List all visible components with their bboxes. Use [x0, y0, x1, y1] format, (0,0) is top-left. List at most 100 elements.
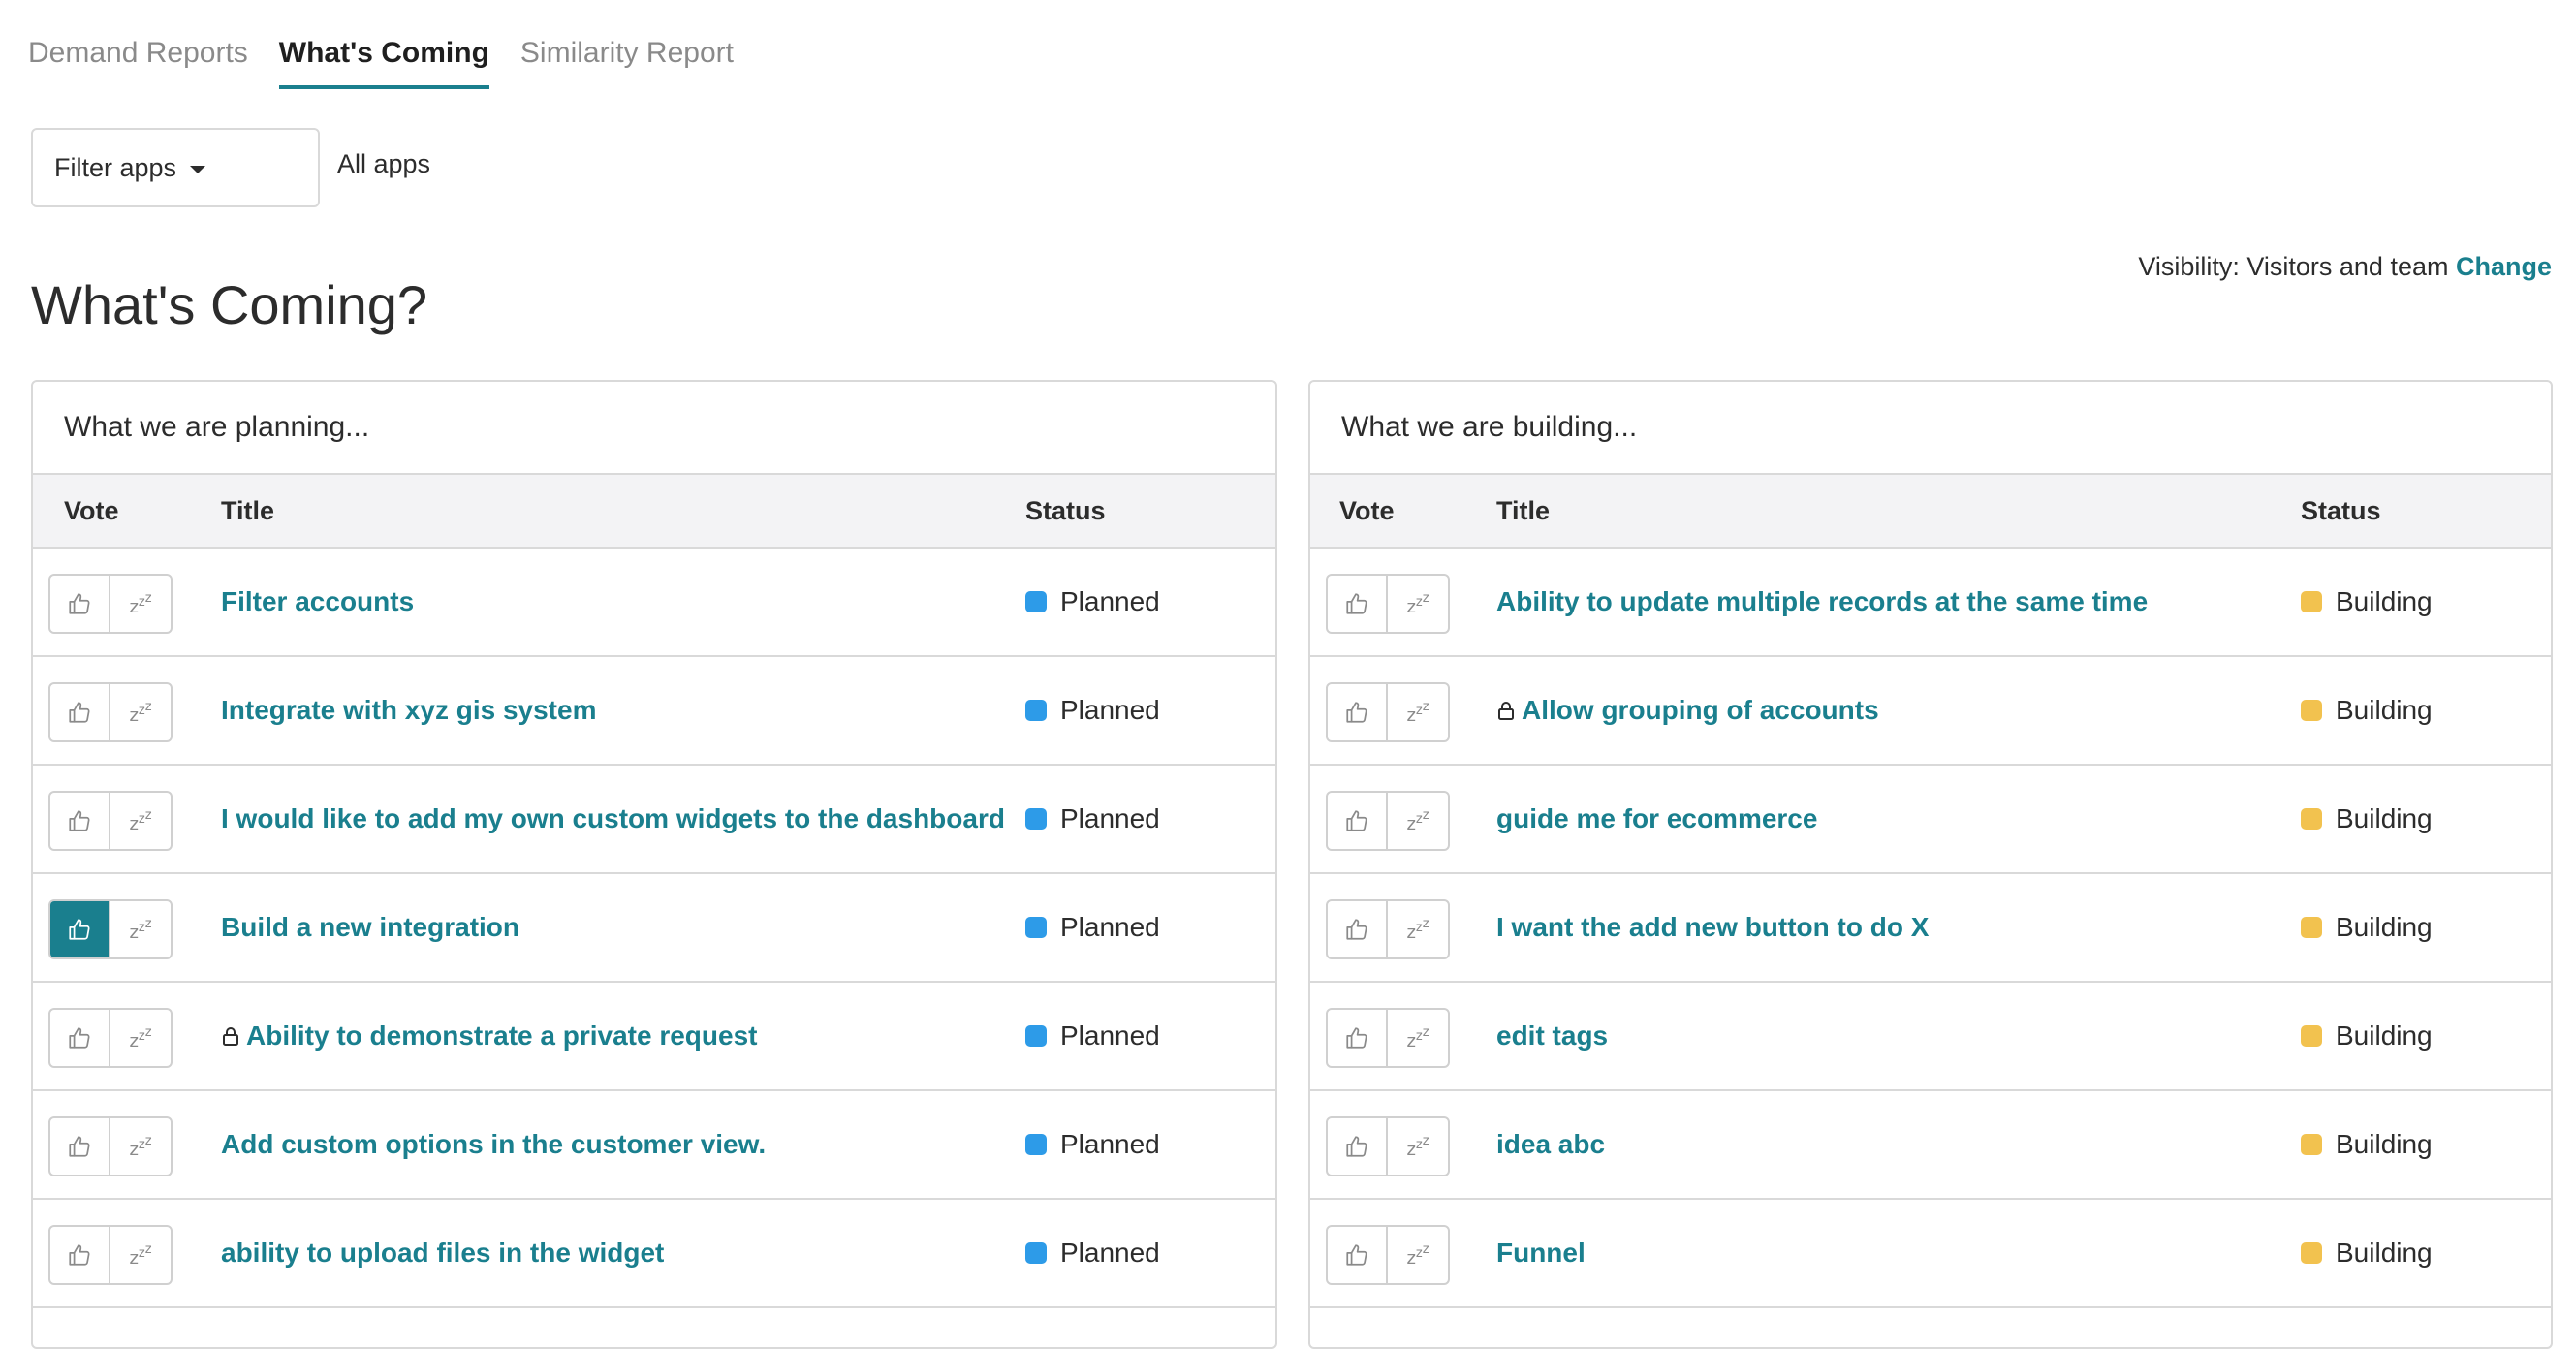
- request-title: Integrate with xyz gis system: [221, 695, 597, 725]
- status-badge: Planned: [1025, 549, 1160, 655]
- upvote-button[interactable]: [50, 684, 110, 740]
- request-title-link[interactable]: Ability to demonstrate a private request: [221, 983, 757, 1089]
- snooze-icon: zzz: [1406, 1024, 1429, 1051]
- status-dot: [1025, 1025, 1047, 1047]
- status-label: Building: [2336, 695, 2433, 725]
- thumbs-up-icon: [1344, 1025, 1369, 1051]
- table-row: zzz I would like to add my own custom wid…: [33, 766, 1275, 874]
- change-visibility-link[interactable]: Change: [2456, 252, 2552, 281]
- snooze-button[interactable]: zzz: [1388, 901, 1448, 957]
- upvote-button[interactable]: [50, 793, 110, 849]
- request-title: Funnel: [1496, 1238, 1586, 1268]
- snooze-icon: zzz: [129, 699, 152, 726]
- request-title-link[interactable]: Filter accounts: [221, 549, 414, 655]
- request-title-link[interactable]: Add custom options in the customer view.: [221, 1091, 766, 1198]
- request-title-link[interactable]: Allow grouping of accounts: [1496, 657, 1879, 764]
- request-title-link[interactable]: Build a new integration: [221, 874, 519, 981]
- table-row: zzz Build a new integration Planned: [33, 874, 1275, 983]
- upvote-button[interactable]: [50, 1010, 110, 1066]
- snooze-button[interactable]: zzz: [1388, 684, 1448, 740]
- visibility-setting: Visibility: Visitors and team Change: [2138, 252, 2552, 282]
- snooze-button[interactable]: zzz: [110, 1010, 171, 1066]
- status-label: Building: [2336, 803, 2433, 833]
- status-badge: Building: [2301, 549, 2433, 655]
- snooze-icon: zzz: [1406, 1133, 1429, 1160]
- thumbs-up-icon: [1344, 700, 1369, 725]
- snooze-button[interactable]: zzz: [110, 901, 171, 957]
- filter-apps-dropdown[interactable]: Filter apps: [31, 128, 320, 207]
- snooze-icon: zzz: [129, 916, 152, 943]
- upvote-button[interactable]: [1328, 1118, 1388, 1175]
- upvote-button[interactable]: [1328, 901, 1388, 957]
- snooze-button[interactable]: zzz: [1388, 576, 1448, 632]
- upvote-button[interactable]: [50, 901, 110, 957]
- request-title: Build a new integration: [221, 912, 520, 942]
- snooze-button[interactable]: zzz: [110, 1118, 171, 1175]
- upvote-button[interactable]: [50, 1227, 110, 1283]
- status-dot: [1025, 591, 1047, 612]
- status-label: Planned: [1060, 912, 1160, 942]
- request-title: I would like to add my own custom widget…: [221, 803, 1005, 833]
- upvote-button[interactable]: [1328, 684, 1388, 740]
- request-title-link[interactable]: I would like to add my own custom widget…: [221, 766, 1005, 872]
- request-title: Ability to demonstrate a private request: [246, 1020, 758, 1051]
- snooze-button[interactable]: zzz: [1388, 1227, 1448, 1283]
- upvote-button[interactable]: [1328, 1010, 1388, 1066]
- request-title-link[interactable]: idea abc: [1496, 1091, 1605, 1198]
- status-label: Planned: [1060, 1129, 1160, 1159]
- status-badge: Planned: [1025, 983, 1160, 1089]
- snooze-icon: zzz: [1406, 699, 1429, 726]
- request-title-link[interactable]: Funnel: [1496, 1200, 1586, 1306]
- panel-header: What we are planning...: [33, 382, 1275, 475]
- snooze-button[interactable]: zzz: [1388, 793, 1448, 849]
- upvote-button[interactable]: [50, 1118, 110, 1175]
- column-header-status: Status: [2301, 495, 2381, 525]
- snooze-icon: zzz: [1406, 590, 1429, 617]
- upvote-button[interactable]: [1328, 793, 1388, 849]
- upvote-button[interactable]: [1328, 1227, 1388, 1283]
- status-badge: Building: [2301, 657, 2433, 764]
- snooze-icon: zzz: [1406, 807, 1429, 834]
- status-badge: Planned: [1025, 766, 1160, 872]
- upvote-button[interactable]: [50, 576, 110, 632]
- status-label: Building: [2336, 1238, 2433, 1268]
- tab-demand-reports[interactable]: Demand Reports: [28, 37, 248, 89]
- request-title-link[interactable]: ability to upload files in the widget: [221, 1200, 664, 1306]
- filter-apps-label: Filter apps: [54, 152, 177, 182]
- selected-apps-label: All apps: [337, 149, 431, 178]
- request-title-link[interactable]: I want the add new button to do X: [1496, 874, 1929, 981]
- request-title-link[interactable]: guide me for ecommerce: [1496, 766, 1817, 872]
- status-label: Building: [2336, 912, 2433, 942]
- snooze-button[interactable]: zzz: [110, 576, 171, 632]
- status-dot: [2301, 1025, 2322, 1047]
- request-title-link[interactable]: Integrate with xyz gis system: [221, 657, 596, 764]
- snooze-button[interactable]: zzz: [110, 793, 171, 849]
- status-dot: [2301, 591, 2322, 612]
- table-header: Vote Title Status: [33, 475, 1275, 549]
- vote-buttons: zzz: [1326, 899, 1450, 959]
- upvote-button[interactable]: [1328, 576, 1388, 632]
- lock-icon: [1496, 700, 1516, 721]
- snooze-button[interactable]: zzz: [110, 684, 171, 740]
- status-dot: [2301, 917, 2322, 938]
- tab-similarity-report[interactable]: Similarity Report: [520, 37, 734, 89]
- tab-whats-coming[interactable]: What's Coming: [278, 37, 489, 89]
- snooze-button[interactable]: zzz: [1388, 1118, 1448, 1175]
- table-row: zzz guide me for ecommerce Building: [1310, 766, 2551, 874]
- table-row: zzz Integrate with xyz gis system Planned: [33, 657, 1275, 766]
- status-label: Planned: [1060, 586, 1160, 616]
- request-title: I want the add new button to do X: [1496, 912, 1930, 942]
- request-title-link[interactable]: Ability to update multiple records at th…: [1496, 549, 2148, 655]
- table-row: zzz edit tags Building: [1310, 983, 2551, 1091]
- snooze-button[interactable]: zzz: [1388, 1010, 1448, 1066]
- vote-buttons: zzz: [48, 574, 173, 634]
- snooze-icon: zzz: [1406, 916, 1429, 943]
- request-title-link[interactable]: edit tags: [1496, 983, 1608, 1089]
- request-title: ability to upload files in the widget: [221, 1238, 665, 1268]
- snooze-icon: zzz: [129, 590, 152, 617]
- snooze-button[interactable]: zzz: [110, 1227, 171, 1283]
- thumbs-up-icon: [1344, 808, 1369, 833]
- snooze-icon: zzz: [129, 1024, 152, 1051]
- request-title: Ability to update multiple records at th…: [1496, 586, 2149, 616]
- thumbs-up-icon: [67, 1134, 92, 1159]
